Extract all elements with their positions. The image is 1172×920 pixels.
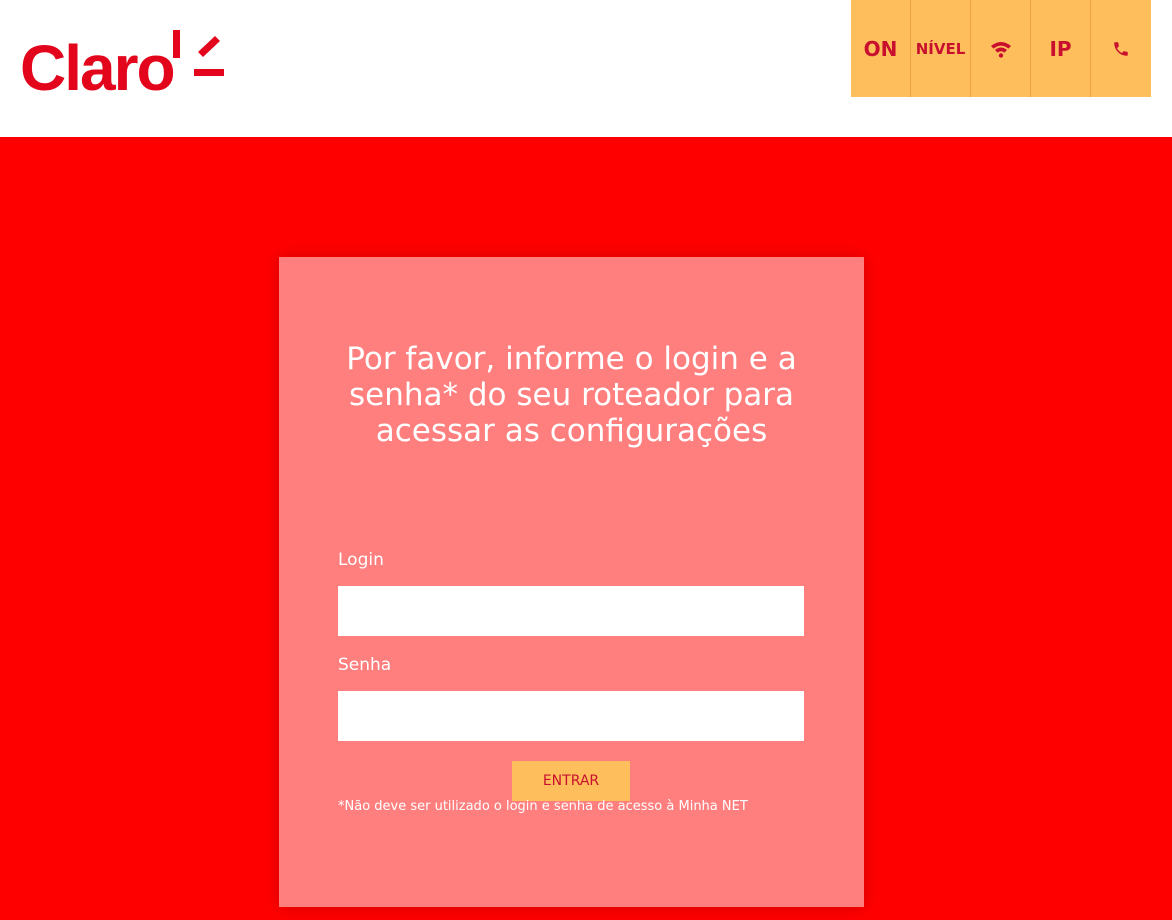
password-input[interactable] bbox=[338, 691, 804, 741]
login-card: Por favor, informe o login e a senha* do… bbox=[279, 257, 864, 907]
status-signal-level-label: NÍVEL bbox=[915, 39, 966, 58]
status-phone-button[interactable] bbox=[1091, 0, 1151, 97]
phone-icon bbox=[1114, 41, 1128, 56]
login-label: Login bbox=[338, 550, 384, 570]
enter-button[interactable]: ENTRAR bbox=[512, 761, 630, 801]
logo-rays-icon bbox=[173, 30, 224, 76]
status-ip-label: IP bbox=[1049, 36, 1072, 61]
status-on-button[interactable]: ON bbox=[851, 0, 911, 97]
wifi-icon bbox=[990, 41, 1011, 58]
login-input[interactable] bbox=[338, 586, 804, 636]
header: Claro ON NÍVEL IP bbox=[0, 0, 1172, 137]
login-title: Por favor, informe o login e a senha* do… bbox=[346, 341, 797, 449]
status-on-label: ON bbox=[863, 36, 898, 61]
status-signal-level-button[interactable]: NÍVEL bbox=[911, 0, 971, 97]
claro-logo: Claro bbox=[20, 28, 230, 108]
status-ip-button[interactable]: IP bbox=[1031, 0, 1091, 97]
logo-text: Claro bbox=[20, 32, 176, 104]
status-bar: ON NÍVEL IP bbox=[851, 0, 1151, 97]
login-disclaimer: *Não deve ser utilizado o login e senha … bbox=[338, 799, 748, 814]
status-wifi-button[interactable] bbox=[971, 0, 1031, 97]
password-label: Senha bbox=[338, 655, 392, 675]
